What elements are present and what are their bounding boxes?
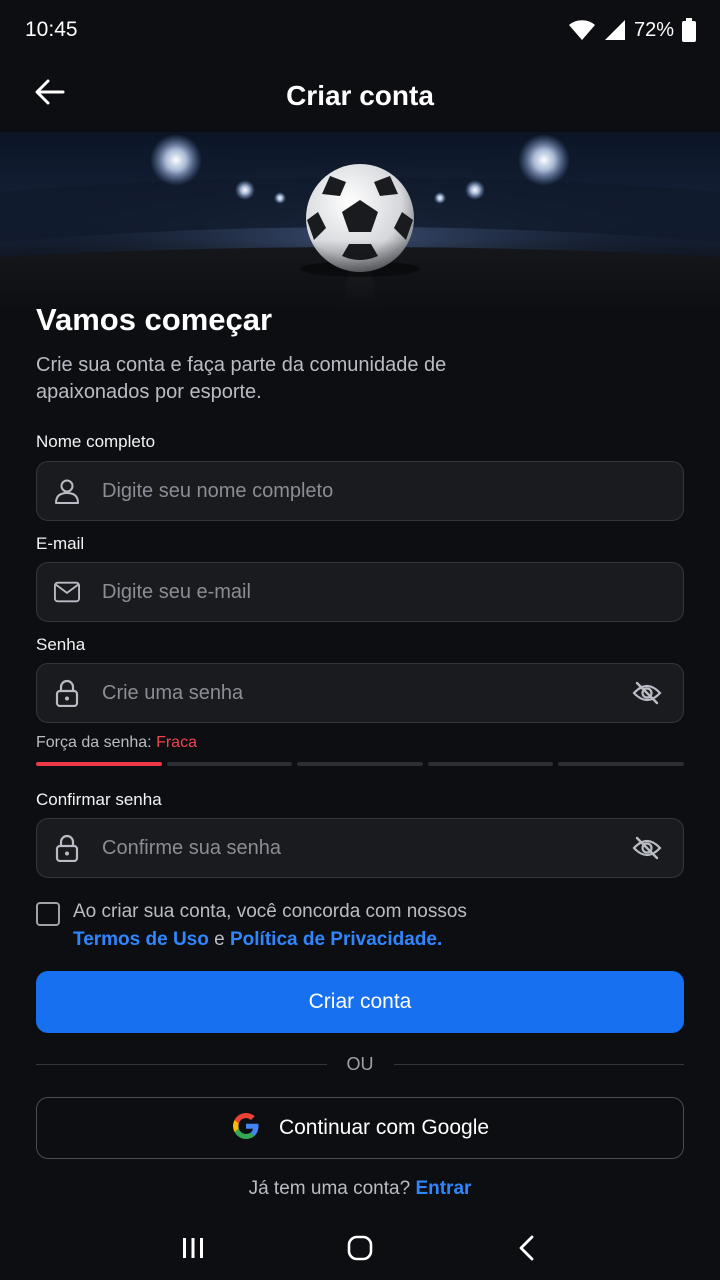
terms-agreement: Ao criar sua conta, você concorda com no… <box>36 898 684 954</box>
subtitle: Crie sua conta e faça parte da comunidad… <box>36 354 447 403</box>
status-icons: 72% <box>568 18 696 42</box>
divider-line <box>36 1063 327 1065</box>
battery-text: 72% <box>633 18 674 41</box>
password-field[interactable] <box>36 663 684 723</box>
home-icon <box>347 1235 373 1266</box>
status-bar: 10:45 72% <box>0 0 720 60</box>
confirm-input[interactable] <box>102 819 631 877</box>
terms-checkbox[interactable] <box>36 902 60 926</box>
email-input[interactable] <box>102 563 683 621</box>
strength-value: Fraca <box>156 734 197 751</box>
strength-segment <box>427 762 554 766</box>
email-label: E-mail <box>36 534 85 553</box>
status-time: 10:45 <box>25 18 78 41</box>
terms-of-use-link[interactable]: Termos de Uso <box>73 929 209 950</box>
back-icon <box>518 1235 536 1266</box>
name-label: Nome completo <box>36 432 156 451</box>
email-field[interactable] <box>36 562 684 622</box>
wifi-icon <box>568 19 596 41</box>
recents-icon <box>181 1236 205 1265</box>
user-icon <box>54 478 80 504</box>
arrow-left-icon <box>35 79 65 110</box>
eye-off-icon[interactable] <box>631 832 663 864</box>
hero-image <box>0 132 720 312</box>
confirm-field[interactable] <box>36 818 684 878</box>
or-divider: OU <box>36 1052 684 1076</box>
divider-text: OU <box>346 1053 374 1074</box>
mail-icon <box>54 579 80 605</box>
lock-icon <box>54 679 80 707</box>
strength-segment <box>166 762 293 766</box>
strength-segment <box>558 762 684 766</box>
confirm-label: Confirmar senha <box>36 790 162 809</box>
strength-segment <box>36 762 162 766</box>
terms-conjunction: e <box>214 929 225 950</box>
system-nav-bar <box>0 1220 720 1280</box>
terms-text: Ao criar sua conta, você concorda com no… <box>73 898 467 954</box>
password-strength-meter <box>36 762 684 767</box>
strength-label: Força da senha: <box>36 734 152 751</box>
name-field[interactable] <box>36 461 684 521</box>
password-label: Senha <box>36 635 86 654</box>
nav-back-button[interactable] <box>497 1225 557 1275</box>
terms-intro: Ao criar sua conta, você concorda com no… <box>73 901 467 922</box>
lock-icon <box>54 834 80 862</box>
signal-icon <box>604 19 626 41</box>
create-account-button[interactable]: Criar conta <box>36 971 684 1033</box>
recents-button[interactable] <box>163 1225 223 1275</box>
headline: Vamos começar <box>36 302 273 337</box>
back-button[interactable] <box>30 74 70 114</box>
strength-segment <box>297 762 423 766</box>
name-input[interactable] <box>102 462 683 520</box>
google-icon <box>231 1111 261 1146</box>
google-signin-button[interactable]: Continuar com Google <box>36 1097 684 1159</box>
login-link[interactable]: Entrar <box>415 1178 471 1199</box>
page-title: Criar conta <box>286 80 434 111</box>
login-prompt: Já tem uma conta? Entrar <box>0 1178 720 1200</box>
privacy-policy-link[interactable]: Política de Privacidade. <box>230 929 442 950</box>
password-input[interactable] <box>102 664 631 722</box>
google-button-label: Continuar com Google <box>278 1116 490 1139</box>
home-button[interactable] <box>330 1225 390 1275</box>
login-text: Já tem uma conta? <box>248 1178 411 1199</box>
eye-off-icon[interactable] <box>631 677 663 709</box>
divider-line <box>393 1063 684 1065</box>
password-strength-text: Força da senha: Fraca <box>36 734 197 752</box>
battery-icon <box>682 18 696 42</box>
app-bar: Criar conta <box>0 60 720 132</box>
